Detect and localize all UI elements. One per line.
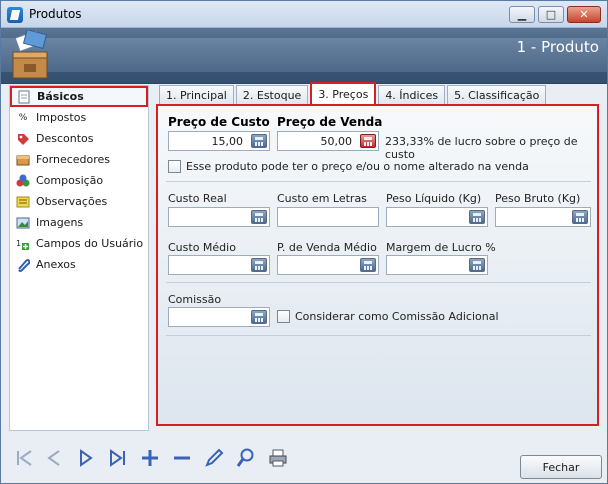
close-button[interactable]: ✕: [567, 6, 601, 23]
calculator-icon[interactable]: [469, 258, 485, 272]
peso-bruto-field[interactable]: [495, 207, 591, 227]
user-fields-icon: 1: [15, 236, 31, 252]
alter-price-label: Esse produto pode ter o preço e/ou o nom…: [186, 160, 529, 173]
edit-record-icon[interactable]: [201, 445, 227, 471]
last-record-icon[interactable]: [105, 445, 131, 471]
composition-icon: [15, 173, 31, 189]
sidebar-item-label: Observações: [36, 195, 108, 208]
tag-icon: [15, 131, 31, 147]
calculator-icon[interactable]: [469, 210, 485, 224]
search-icon[interactable]: [233, 445, 259, 471]
add-record-icon[interactable]: [137, 445, 163, 471]
delete-record-icon[interactable]: [169, 445, 195, 471]
next-record-icon[interactable]: [73, 445, 99, 471]
margem-lucro-label: Margem de Lucro %: [386, 241, 496, 254]
lucro-text: 233,33% de lucro sobre o preço de custo: [385, 135, 578, 161]
sidebar-item-label: Composição: [36, 174, 104, 187]
print-icon[interactable]: [265, 445, 291, 471]
header-title: 1 - Produto: [516, 38, 599, 56]
divider: [166, 335, 591, 336]
divider: [166, 181, 591, 182]
custo-real-field[interactable]: [168, 207, 270, 227]
app-icon: [7, 7, 23, 23]
sidebar-item-basicos[interactable]: Básicos: [10, 86, 148, 107]
peso-bruto-label: Peso Bruto (Kg): [495, 192, 581, 205]
calculator-icon[interactable]: [572, 210, 588, 224]
calculator-icon[interactable]: [251, 258, 267, 272]
svg-text:1: 1: [16, 239, 21, 248]
sidebar-item-campos-usuario[interactable]: 1 Campos do Usuário: [10, 233, 148, 254]
sidebar-item-label: Imagens: [36, 216, 84, 229]
calculator-icon[interactable]: [360, 258, 376, 272]
alter-price-checkbox[interactable]: [168, 160, 181, 173]
sidebar-item-impostos[interactable]: % Impostos: [10, 107, 148, 128]
comissao-adicional-checkbox[interactable]: [277, 310, 290, 323]
calculator-icon[interactable]: [251, 310, 267, 324]
calculator-red-icon[interactable]: [360, 134, 376, 148]
custo-letras-field[interactable]: [277, 207, 379, 227]
comissao-field[interactable]: [168, 307, 270, 327]
preco-venda-field[interactable]: 50,00: [277, 131, 379, 151]
close-dialog-button[interactable]: Fechar: [520, 455, 602, 479]
images-icon: [15, 215, 31, 231]
peso-liquido-field[interactable]: [386, 207, 488, 227]
custo-medio-field[interactable]: [168, 255, 270, 275]
preco-custo-field[interactable]: 15,00: [168, 131, 270, 151]
preco-venda-value: 50,00: [320, 134, 353, 148]
custo-letras-label: Custo em Letras: [277, 192, 367, 205]
tab-indices[interactable]: 4. Índices: [378, 85, 446, 105]
sidebar: Básicos % Impostos Descontos Fornecedore…: [9, 85, 149, 431]
window: Produtos ▁ □ ✕ 1 - Produto Básicos % Imp…: [0, 0, 608, 484]
supplier-icon: [15, 152, 31, 168]
comissao-label: Comissão: [168, 293, 222, 306]
sidebar-item-fornecedores[interactable]: Fornecedores: [10, 149, 148, 170]
window-title: Produtos: [29, 7, 82, 21]
sidebar-item-imagens[interactable]: Imagens: [10, 212, 148, 233]
sidebar-item-label: Fornecedores: [36, 153, 111, 166]
calculator-icon[interactable]: [251, 134, 267, 148]
preco-custo-value: 15,00: [211, 134, 244, 148]
comissao-adicional-label: Considerar como Comissão Adicional: [295, 310, 499, 323]
sidebar-item-anexos[interactable]: Anexos: [10, 254, 148, 275]
sidebar-item-label: Campos do Usuário: [36, 237, 144, 250]
notes-icon: [15, 194, 31, 210]
percent-calc-icon: %: [18, 112, 28, 123]
divider: [166, 282, 591, 283]
sidebar-item-composicao[interactable]: Composição: [10, 170, 148, 191]
first-record-icon[interactable]: [11, 445, 37, 471]
preco-venda-label: Preço de Venda: [277, 115, 383, 129]
tab-precos[interactable]: 3. Preços: [310, 82, 377, 105]
prices-panel: Preço de Custo Preço de Venda 15,00 50,0…: [156, 104, 599, 426]
sidebar-item-label: Anexos: [36, 258, 76, 271]
product-box-icon: [12, 30, 48, 79]
sidebar-item-descontos[interactable]: Descontos: [10, 128, 148, 149]
margem-lucro-field[interactable]: [386, 255, 488, 275]
sidebar-item-label: Básicos: [37, 90, 84, 103]
sidebar-item-observacoes[interactable]: Observações: [10, 191, 148, 212]
tab-principal[interactable]: 1. Principal: [159, 85, 234, 105]
p-venda-medio-label: P. de Venda Médio: [277, 241, 377, 254]
header-banner: 1 - Produto: [1, 28, 607, 84]
tab-estoque[interactable]: 2. Estoque: [235, 85, 309, 105]
attachment-icon: [15, 257, 31, 273]
sidebar-item-label: Impostos: [36, 111, 87, 124]
preco-custo-label: Preço de Custo: [168, 115, 270, 129]
minimize-button[interactable]: ▁: [509, 6, 535, 23]
document-icon: [16, 89, 32, 105]
custo-medio-label: Custo Médio: [168, 241, 236, 254]
tab-classificacao[interactable]: 5. Classificação: [447, 85, 547, 105]
previous-record-icon[interactable]: [41, 445, 67, 471]
p-venda-medio-field[interactable]: [277, 255, 379, 275]
title-bar: Produtos ▁ □ ✕: [1, 1, 607, 28]
maximize-button[interactable]: □: [538, 6, 564, 23]
custo-real-label: Custo Real: [168, 192, 227, 205]
peso-liquido-label: Peso Líquido (Kg): [386, 192, 482, 205]
sidebar-item-label: Descontos: [36, 132, 94, 145]
calculator-icon[interactable]: [251, 210, 267, 224]
tab-strip: 1. Principal 2. Estoque 3. Preços 4. Índ…: [159, 82, 548, 105]
